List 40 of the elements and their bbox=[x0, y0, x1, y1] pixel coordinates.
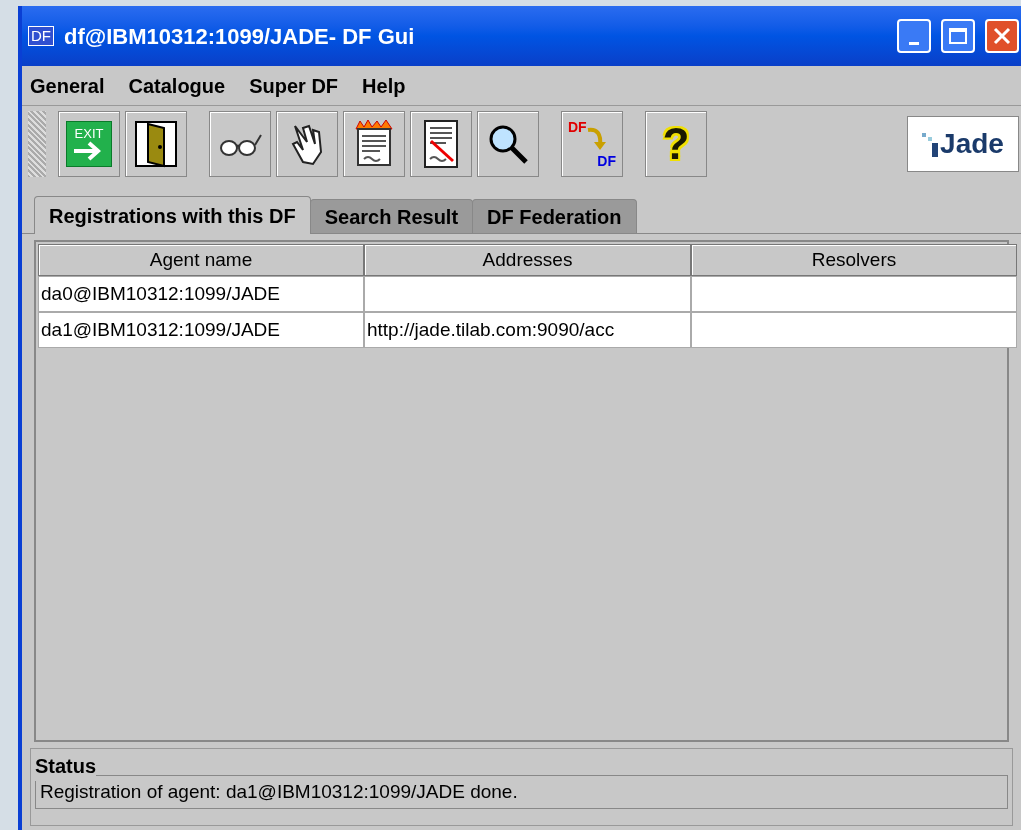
minimize-button[interactable] bbox=[897, 19, 931, 53]
curved-arrow-icon bbox=[586, 126, 608, 152]
question-mark-label: ? bbox=[662, 122, 690, 166]
menu-item[interactable]: Catalogue bbox=[128, 70, 226, 101]
table-cell: da0@IBM10312:1099/JADE bbox=[38, 276, 364, 312]
maximize-button[interactable] bbox=[941, 19, 975, 53]
table-cell: http://jade.tilab.com:9090/acc bbox=[364, 312, 691, 348]
hand-icon bbox=[289, 122, 325, 166]
toolbar-button[interactable] bbox=[410, 111, 472, 177]
tab[interactable]: Registrations with this DF bbox=[34, 196, 311, 234]
toolbar-button[interactable] bbox=[477, 111, 539, 177]
status-message: Registration of agent: da1@IBM10312:1099/JADE done. bbox=[35, 775, 1008, 809]
df-label: DF bbox=[568, 120, 587, 134]
crossed-document-icon bbox=[421, 119, 461, 169]
window-title: df@IBM10312:1099/JADE- DF Gui bbox=[64, 22, 416, 51]
door-icon bbox=[134, 120, 178, 168]
search-icon bbox=[487, 123, 529, 165]
logo-text: Jade bbox=[940, 130, 1004, 158]
column-header[interactable]: Resolvers bbox=[691, 244, 1017, 276]
tab[interactable]: DF Federation bbox=[472, 199, 637, 233]
toolbar-button[interactable]: ? bbox=[645, 111, 707, 177]
app-icon: DF bbox=[28, 25, 54, 47]
toolbar-button[interactable] bbox=[343, 111, 405, 177]
toolbar-button[interactable]: DF DF bbox=[561, 111, 623, 177]
toolbar-button[interactable] bbox=[209, 111, 271, 177]
df-label: DF bbox=[597, 154, 616, 168]
burning-document-icon bbox=[352, 119, 396, 169]
exit-label: EXIT bbox=[74, 126, 104, 140]
menu-item[interactable]: Super DF bbox=[249, 70, 339, 101]
column-header[interactable]: Addresses bbox=[364, 244, 691, 276]
toolbar-grip bbox=[28, 111, 46, 177]
toolbar-button[interactable] bbox=[276, 111, 338, 177]
tab[interactable]: Search Result bbox=[309, 199, 474, 233]
menu-item[interactable]: Help bbox=[362, 70, 406, 101]
table-cell: da1@IBM10312:1099/JADE bbox=[38, 312, 364, 348]
close-icon bbox=[993, 27, 1011, 45]
menu-item[interactable]: General bbox=[30, 70, 105, 101]
close-button[interactable] bbox=[985, 19, 1019, 53]
toolbar-button[interactable] bbox=[125, 111, 187, 177]
column-header[interactable]: Agent name bbox=[38, 244, 364, 276]
